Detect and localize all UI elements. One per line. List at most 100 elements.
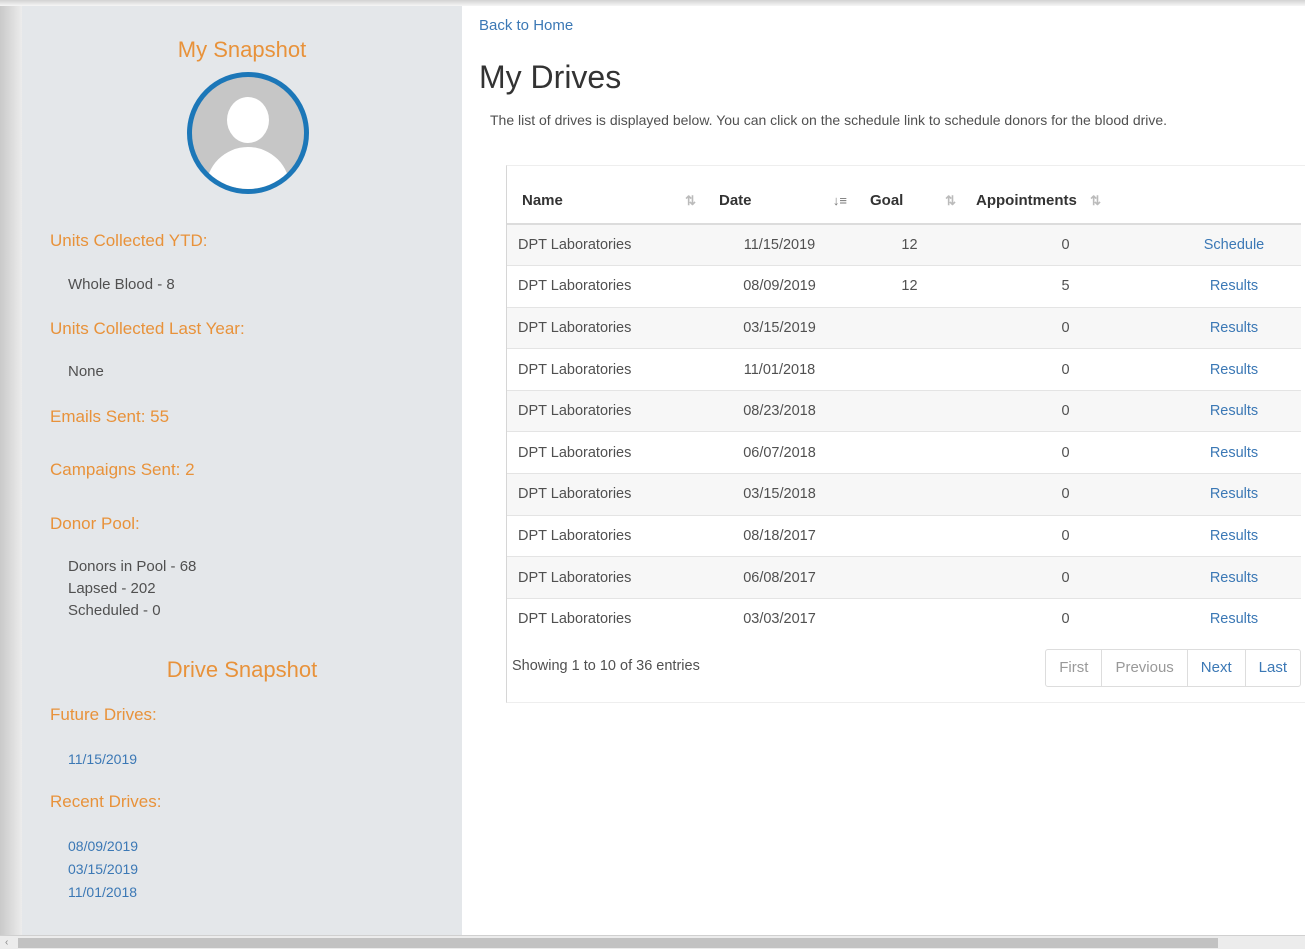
drive-name-cell: DPT Laboratories <box>507 431 704 474</box>
results-link[interactable]: Results <box>1167 514 1301 557</box>
horizontal-scrollbar[interactable]: ‹ <box>0 935 1305 949</box>
drive-goal-cell: 12 <box>855 223 964 266</box>
column-header-action <box>1167 178 1301 225</box>
drive-goal-cell <box>855 431 964 474</box>
future-drive-link[interactable]: 11/15/2019 <box>68 748 137 771</box>
pagination: First Previous Next Last <box>1045 649 1301 687</box>
column-header-appointments[interactable]: Appointments ⇅ <box>964 178 1167 225</box>
drive-name-cell: DPT Laboratories <box>507 265 704 308</box>
donor-pool-stats: Donors in Pool - 68 Lapsed - 202 Schedul… <box>68 556 196 622</box>
drive-date-cell: 11/15/2019 <box>704 223 855 266</box>
main-content: Back to Home My Drives The list of drive… <box>462 6 1305 935</box>
results-link[interactable]: Results <box>1167 306 1301 349</box>
recent-drives-heading: Recent Drives: <box>50 792 162 811</box>
drive-appointments-cell: 0 <box>964 223 1167 266</box>
future-drives-list: 11/15/2019 <box>68 748 137 771</box>
drive-appointments-cell: 0 <box>964 597 1167 640</box>
drive-name-cell: DPT Laboratories <box>507 306 704 349</box>
drives-table: Name ⇅ Date ↓≡ Goal ⇅ Appointments ⇅ DPT Lab… <box>507 178 1301 640</box>
donors-in-pool: Donors in Pool - 68 <box>68 558 197 575</box>
results-link[interactable]: Results <box>1167 431 1301 474</box>
my-snapshot-title: My Snapshot <box>177 37 307 62</box>
emails-sent: Emails Sent: 55 <box>50 407 170 426</box>
last-page-button[interactable]: Last <box>1244 650 1300 686</box>
drives-table-body: DPT Laboratories 11/15/2019 12 0 Schedul… <box>507 223 1301 640</box>
units-ytd-value: Whole Blood - 8 <box>68 276 175 293</box>
recent-drive-link[interactable]: 11/01/2018 <box>68 881 138 904</box>
units-last-year-heading: Units Collected Last Year: <box>50 319 245 338</box>
drive-name-cell: DPT Laboratories <box>507 597 704 640</box>
page-description: The list of drives is displayed below. Y… <box>490 112 1168 128</box>
avatar-head <box>227 97 269 143</box>
sort-desc-icon[interactable]: ↓≡ <box>833 193 847 208</box>
sidebar: My Snapshot Units Collected YTD: Whole B… <box>22 6 462 935</box>
table-row: DPT Laboratories 11/01/2018 0 Results <box>507 348 1301 391</box>
table-row: DPT Laboratories 08/09/2019 12 5 Results <box>507 265 1301 308</box>
drive-appointments-cell: 0 <box>964 389 1167 432</box>
results-link[interactable]: Results <box>1167 265 1301 308</box>
first-page-button[interactable]: First <box>1046 650 1101 686</box>
table-row: DPT Laboratories 08/18/2017 0 Results <box>507 514 1301 557</box>
drive-date-cell: 03/15/2019 <box>704 306 855 349</box>
table-row: DPT Laboratories 11/15/2019 12 0 Schedul… <box>507 223 1301 266</box>
drive-appointments-cell: 0 <box>964 473 1167 516</box>
donor-pool-heading: Donor Pool: <box>50 514 140 533</box>
recent-drive-link[interactable]: 08/09/2019 <box>68 835 138 858</box>
results-link[interactable]: Results <box>1167 348 1301 391</box>
drive-goal-cell <box>855 473 964 516</box>
table-info: Showing 1 to 10 of 36 entries <box>512 658 700 674</box>
column-header-goal[interactable]: Goal ⇅ <box>855 178 964 225</box>
table-row: DPT Laboratories 03/03/2017 0 Results <box>507 597 1301 640</box>
back-to-home-link[interactable]: Back to Home <box>479 17 573 34</box>
sort-icon[interactable]: ⇅ <box>945 193 956 209</box>
scrollbar-thumb[interactable] <box>18 938 1218 948</box>
drive-appointments-cell: 0 <box>964 348 1167 391</box>
column-header-date[interactable]: Date ↓≡ <box>704 178 855 225</box>
campaigns-sent: Campaigns Sent: 2 <box>50 460 195 479</box>
drive-date-cell: 06/08/2017 <box>704 556 855 599</box>
drive-snapshot-title: Drive Snapshot <box>166 657 318 682</box>
drive-goal-cell <box>855 389 964 432</box>
units-ytd-heading: Units Collected YTD: <box>50 231 208 250</box>
drive-name-cell: DPT Laboratories <box>507 389 704 432</box>
drive-date-cell: 03/15/2018 <box>704 473 855 516</box>
drive-appointments-cell: 0 <box>964 431 1167 474</box>
drive-name-cell: DPT Laboratories <box>507 223 704 266</box>
scroll-left-arrow-icon[interactable]: ‹ <box>5 936 8 949</box>
drive-date-cell: 06/07/2018 <box>704 431 855 474</box>
drive-date-cell: 08/18/2017 <box>704 514 855 557</box>
window-frame-left <box>0 0 22 949</box>
lapsed-count: Lapsed - 202 <box>68 580 156 597</box>
column-header-name[interactable]: Name ⇅ <box>507 178 704 225</box>
page-title: My Drives <box>479 59 622 95</box>
recent-drive-link[interactable]: 03/15/2019 <box>68 858 138 881</box>
units-last-year-value: None <box>68 363 104 380</box>
drive-goal-cell <box>855 514 964 557</box>
table-header-row: Name ⇅ Date ↓≡ Goal ⇅ Appointments ⇅ <box>507 178 1301 225</box>
drive-date-cell: 08/09/2019 <box>704 265 855 308</box>
sort-icon[interactable]: ⇅ <box>1090 193 1101 209</box>
table-row: DPT Laboratories 03/15/2018 0 Results <box>507 473 1301 516</box>
drive-goal-cell <box>855 306 964 349</box>
drive-name-cell: DPT Laboratories <box>507 514 704 557</box>
results-link[interactable]: Results <box>1167 473 1301 516</box>
drive-name-cell: DPT Laboratories <box>507 473 704 516</box>
table-row: DPT Laboratories 06/08/2017 0 Results <box>507 556 1301 599</box>
results-link[interactable]: Results <box>1167 556 1301 599</box>
results-link[interactable]: Results <box>1167 597 1301 640</box>
avatar-icon <box>187 72 309 194</box>
results-link[interactable]: Results <box>1167 389 1301 432</box>
schedule-link[interactable]: Schedule <box>1167 223 1301 266</box>
column-header-label: Date <box>719 192 752 209</box>
future-drives-heading: Future Drives: <box>50 705 157 724</box>
drive-appointments-cell: 0 <box>964 306 1167 349</box>
drive-date-cell: 11/01/2018 <box>704 348 855 391</box>
table-row: DPT Laboratories 03/15/2019 0 Results <box>507 306 1301 349</box>
column-header-label: Goal <box>870 192 904 209</box>
drive-appointments-cell: 0 <box>964 514 1167 557</box>
next-page-button[interactable]: Next <box>1186 650 1245 686</box>
drive-goal-cell <box>855 556 964 599</box>
column-header-label: Name <box>522 192 563 209</box>
previous-page-button[interactable]: Previous <box>1101 650 1186 686</box>
sort-icon[interactable]: ⇅ <box>685 193 696 209</box>
